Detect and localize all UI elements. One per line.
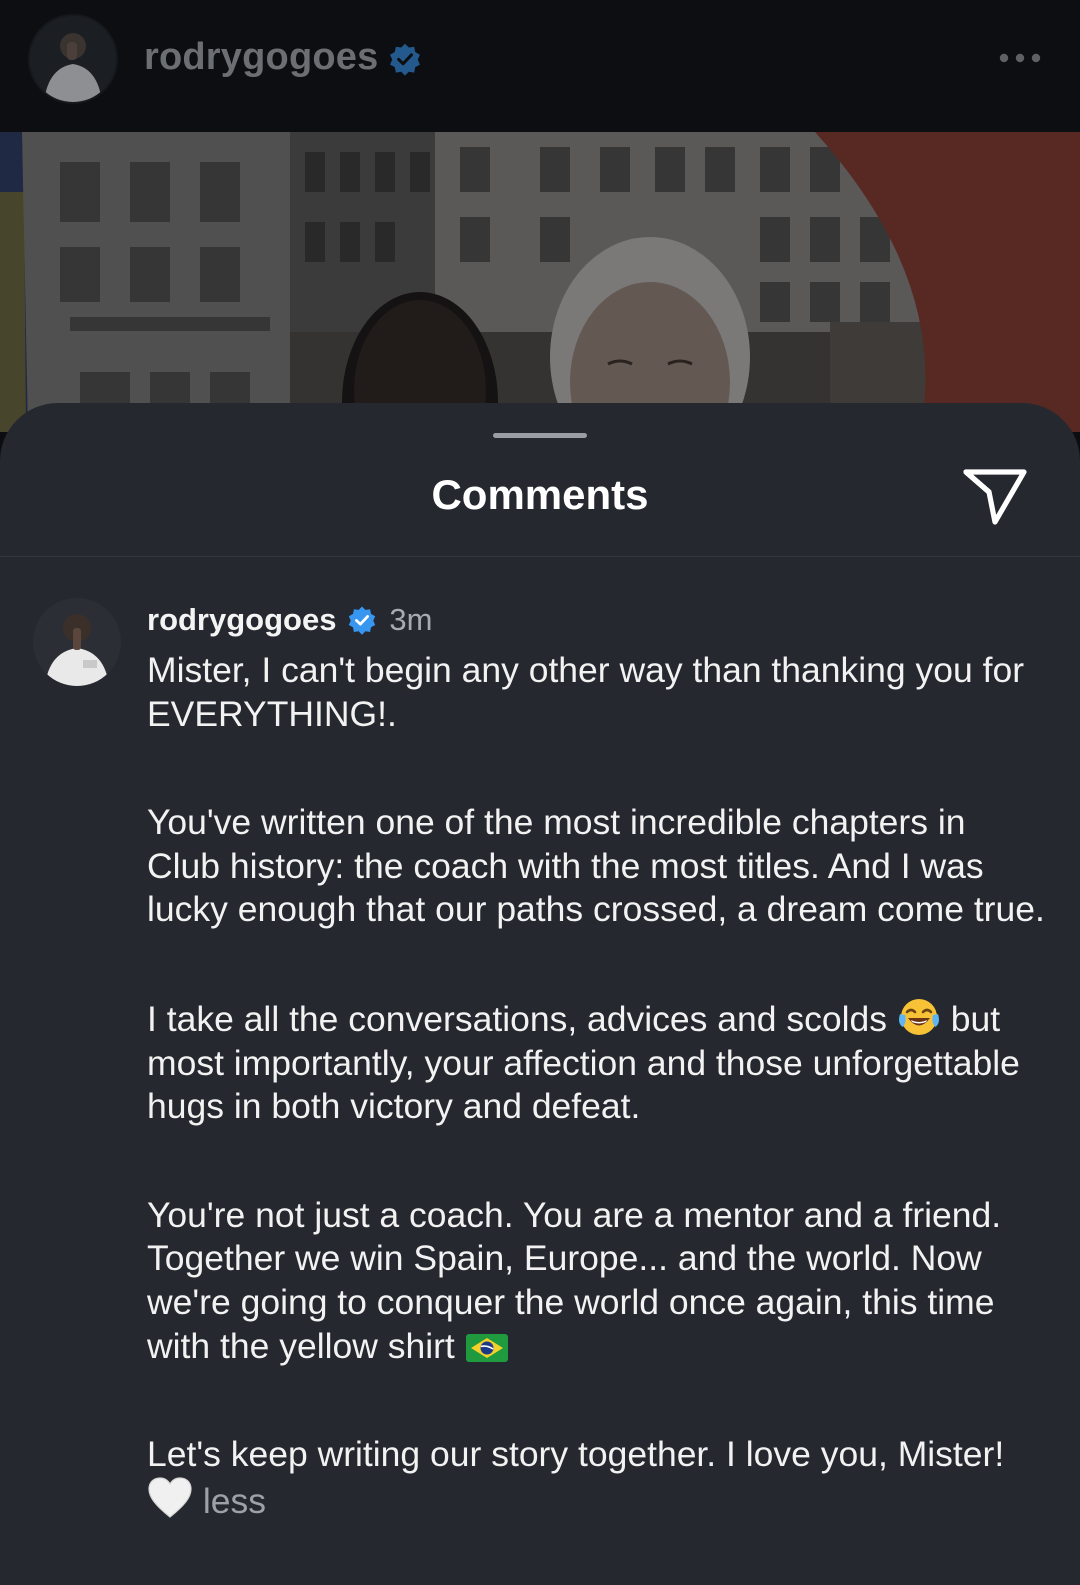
show-less-link[interactable]: less xyxy=(203,1481,266,1521)
comments-sheet: Comments rodrygogoes 3m Mister, I can't … xyxy=(0,403,1080,1585)
sheet-title: Comments xyxy=(431,471,649,518)
post-author-avatar[interactable] xyxy=(30,16,116,102)
comment-paragraph-text: Let's keep writing our story together. I… xyxy=(147,1434,1005,1475)
sheet-divider xyxy=(0,556,1080,557)
comment-paragraph-text: You're not just a coach. You are a mento… xyxy=(147,1194,1002,1366)
brazil-flag-emoji xyxy=(465,1333,508,1362)
post-image xyxy=(0,132,1080,432)
comment-paragraph: You're not just a coach. You are a mento… xyxy=(147,1194,1047,1368)
comment-author-username[interactable]: rodrygogoes xyxy=(147,602,336,637)
more-options-icon[interactable] xyxy=(996,46,1044,70)
verified-badge-icon xyxy=(348,606,376,635)
white-heart-emoji xyxy=(148,1477,192,1518)
comment-paragraph: Mister, I can't begin any other way than… xyxy=(147,650,1025,734)
comment-text: Mister, I can't begin any other way than… xyxy=(147,649,1047,1523)
comment-paragraph: You've written one of the most incredibl… xyxy=(147,802,1045,930)
comment-timestamp: 3m xyxy=(389,602,433,637)
comment-header: rodrygogoes 3m xyxy=(147,602,432,642)
post-author-username[interactable]: rodrygogoes xyxy=(144,36,378,79)
sheet-drag-handle[interactable] xyxy=(493,433,587,438)
comment-paragraph-text: I take all the conversations, advices an… xyxy=(147,998,887,1039)
send-paper-plane-icon[interactable] xyxy=(962,467,1028,527)
face-with-tears-of-joy-emoji xyxy=(898,998,939,1035)
post-header: rodrygogoes xyxy=(0,0,1080,132)
comment-paragraph: I take all the conversations, advices an… xyxy=(147,997,1047,1129)
post-photo-illustration xyxy=(0,132,1080,432)
instagram-comments-screen: rodrygogoes Comments rodrygogoes 3m Mist… xyxy=(0,0,1080,1585)
comment-author-avatar[interactable] xyxy=(33,598,121,686)
comment-paragraph: Let's keep writing our story together. I… xyxy=(147,1433,1047,1523)
avatar-photo xyxy=(30,16,116,102)
avatar-photo xyxy=(33,598,121,686)
verified-badge-icon xyxy=(390,43,420,76)
